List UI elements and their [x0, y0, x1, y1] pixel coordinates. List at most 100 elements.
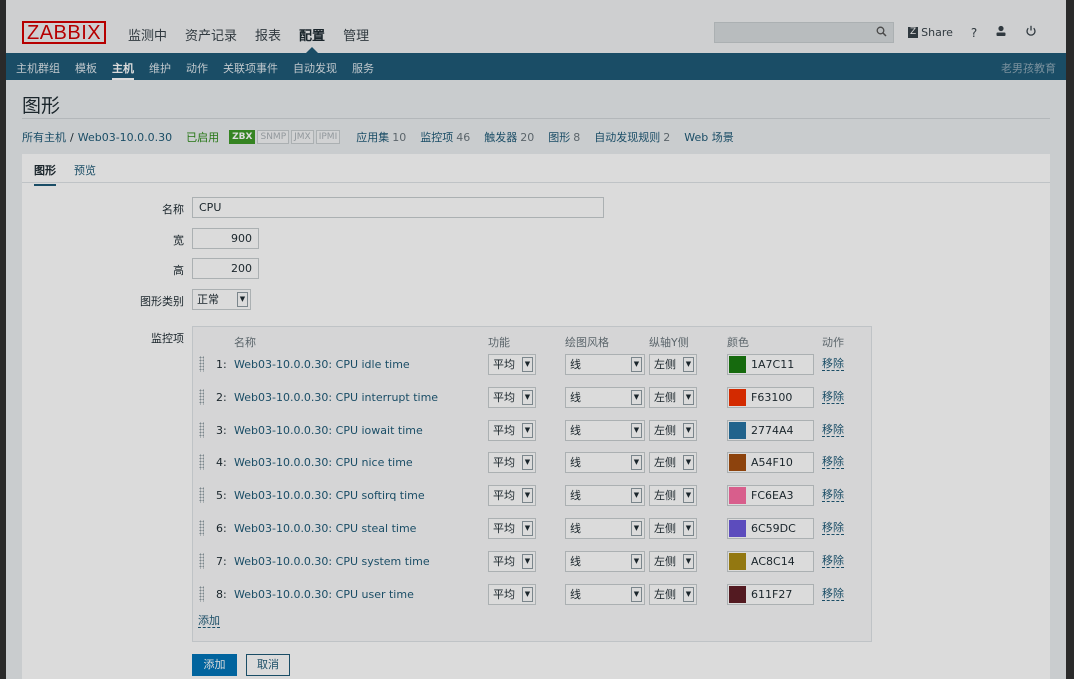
remove-item-link[interactable]: 移除: [822, 587, 844, 601]
search-icon[interactable]: [876, 26, 887, 40]
submenu-actions[interactable]: 动作: [186, 60, 208, 80]
zabbix-logo[interactable]: ZABBIX: [22, 21, 107, 44]
breadcrumb-host[interactable]: Web03-10.0.0.30: [78, 131, 172, 144]
user-icon[interactable]: [995, 25, 1007, 40]
item-name-link[interactable]: Web03-10.0.0.30: CPU iowait time: [234, 424, 423, 437]
submenu-host-groups[interactable]: 主机群组: [16, 60, 60, 80]
y-axis-side-select[interactable]: 左侧 ▼: [649, 485, 697, 507]
link-web-scenarios[interactable]: Web 场景: [684, 129, 736, 145]
draw-style-select[interactable]: 线 ▼: [565, 518, 645, 539]
width-field[interactable]: 900: [192, 228, 259, 249]
function-select[interactable]: 平均 ▼: [488, 518, 536, 539]
color-picker[interactable]: AC8C14: [727, 550, 814, 572]
function-select[interactable]: 平均 ▼: [488, 485, 536, 507]
submenu-discovery[interactable]: 自动发现: [293, 60, 337, 80]
submenu-maintenance[interactable]: 维护: [149, 60, 171, 80]
remove-item-link[interactable]: 移除: [822, 554, 844, 568]
color-swatch[interactable]: [729, 356, 746, 373]
draw-style-select[interactable]: 线 ▼: [565, 419, 645, 441]
y-axis-side-select[interactable]: 左侧 ▼: [649, 354, 697, 375]
y-axis-side-select[interactable]: 左侧 ▼: [649, 518, 697, 539]
y-axis-side-select[interactable]: 左侧 ▼: [649, 550, 697, 572]
y-axis-side-select[interactable]: 左侧 ▼: [649, 583, 697, 605]
graph-type-select[interactable]: 正常 ▼: [192, 289, 251, 310]
draw-style-select[interactable]: 线 ▼: [565, 485, 645, 507]
color-swatch[interactable]: [729, 454, 746, 472]
drag-handle-icon[interactable]: [199, 520, 204, 536]
cancel-button[interactable]: 取消: [246, 654, 290, 676]
help-icon[interactable]: ?: [971, 26, 977, 40]
share-button[interactable]: Z Share: [908, 26, 953, 39]
function-select[interactable]: 平均 ▼: [488, 550, 536, 572]
item-name-link[interactable]: Web03-10.0.0.30: CPU nice time: [234, 456, 413, 469]
drag-handle-icon[interactable]: [199, 356, 204, 372]
function-select[interactable]: 平均 ▼: [488, 452, 536, 474]
y-axis-side-select[interactable]: 左侧 ▼: [649, 386, 697, 408]
color-swatch[interactable]: [729, 552, 746, 570]
color-picker[interactable]: 1A7C11: [727, 354, 814, 375]
color-swatch[interactable]: [729, 487, 746, 505]
color-swatch[interactable]: [729, 421, 746, 439]
link-applications[interactable]: 应用集 10: [356, 129, 406, 145]
color-picker[interactable]: F63100: [727, 386, 814, 408]
y-axis-side-select[interactable]: 左侧 ▼: [649, 452, 697, 474]
color-picker[interactable]: FC6EA3: [727, 485, 814, 507]
tab-preview[interactable]: 预览: [74, 162, 96, 178]
submenu-services[interactable]: 服务: [352, 60, 374, 80]
drag-handle-icon[interactable]: [199, 421, 204, 438]
remove-item-link[interactable]: 移除: [822, 358, 844, 371]
link-graphs[interactable]: 图形 8: [548, 129, 580, 145]
color-swatch[interactable]: [729, 520, 746, 537]
item-name-link[interactable]: Web03-10.0.0.30: CPU interrupt time: [234, 391, 438, 404]
remove-item-link[interactable]: 移除: [822, 522, 844, 535]
color-picker[interactable]: 2774A4: [727, 419, 814, 441]
color-swatch[interactable]: [729, 388, 746, 406]
drag-handle-icon[interactable]: [199, 388, 204, 405]
submenu-event-correlation[interactable]: 关联项事件: [223, 60, 278, 80]
color-picker[interactable]: 611F27: [727, 583, 814, 605]
item-name-link[interactable]: Web03-10.0.0.30: CPU system time: [234, 555, 430, 568]
remove-item-link[interactable]: 移除: [822, 423, 844, 437]
item-name-link[interactable]: Web03-10.0.0.30: CPU idle time: [234, 358, 410, 371]
menu-reports[interactable]: 报表: [255, 25, 281, 44]
power-icon[interactable]: [1025, 25, 1037, 40]
menu-inventory[interactable]: 资产记录: [185, 25, 237, 44]
draw-style-select[interactable]: 线 ▼: [565, 452, 645, 474]
item-name-link[interactable]: Web03-10.0.0.30: CPU user time: [234, 588, 414, 601]
function-select[interactable]: 平均 ▼: [488, 354, 536, 375]
remove-item-link[interactable]: 移除: [822, 390, 844, 404]
item-name-link[interactable]: Web03-10.0.0.30: CPU softirq time: [234, 489, 425, 502]
drag-handle-icon[interactable]: [199, 552, 204, 569]
color-swatch[interactable]: [729, 585, 746, 603]
function-select[interactable]: 平均 ▼: [488, 386, 536, 408]
draw-style-select[interactable]: 线 ▼: [565, 550, 645, 572]
drag-handle-icon[interactable]: [199, 487, 204, 504]
remove-item-link[interactable]: 移除: [822, 489, 844, 503]
submenu-hosts[interactable]: 主机: [112, 60, 134, 80]
menu-configuration[interactable]: 配置: [299, 25, 325, 53]
breadcrumb-all-hosts[interactable]: 所有主机: [22, 129, 66, 145]
item-name-link[interactable]: Web03-10.0.0.30: CPU steal time: [234, 522, 416, 535]
height-field[interactable]: 200: [192, 258, 259, 279]
y-axis-side-select[interactable]: 左侧 ▼: [649, 419, 697, 441]
draw-style-select[interactable]: 线 ▼: [565, 583, 645, 605]
draw-style-select[interactable]: 线 ▼: [565, 354, 645, 375]
function-select[interactable]: 平均 ▼: [488, 583, 536, 605]
name-field[interactable]: CPU: [192, 197, 604, 218]
link-triggers[interactable]: 触发器 20: [484, 129, 534, 145]
host-status[interactable]: 已启用: [186, 129, 219, 145]
menu-administration[interactable]: 管理: [343, 25, 369, 44]
function-select[interactable]: 平均 ▼: [488, 419, 536, 441]
color-picker[interactable]: 6C59DC: [727, 518, 814, 539]
link-discovery-rules[interactable]: 自动发现规则 2: [594, 129, 670, 145]
search-input[interactable]: [714, 22, 894, 43]
menu-monitoring[interactable]: 监测中: [128, 25, 167, 44]
link-items[interactable]: 监控项 46: [420, 129, 470, 145]
remove-item-link[interactable]: 移除: [822, 456, 844, 470]
tab-graph[interactable]: 图形: [34, 162, 56, 186]
add-button[interactable]: 添加: [192, 654, 237, 676]
color-picker[interactable]: A54F10: [727, 452, 814, 474]
submenu-templates[interactable]: 模板: [75, 60, 97, 80]
add-item-link[interactable]: 添加: [198, 615, 220, 628]
drag-handle-icon[interactable]: [199, 454, 204, 471]
